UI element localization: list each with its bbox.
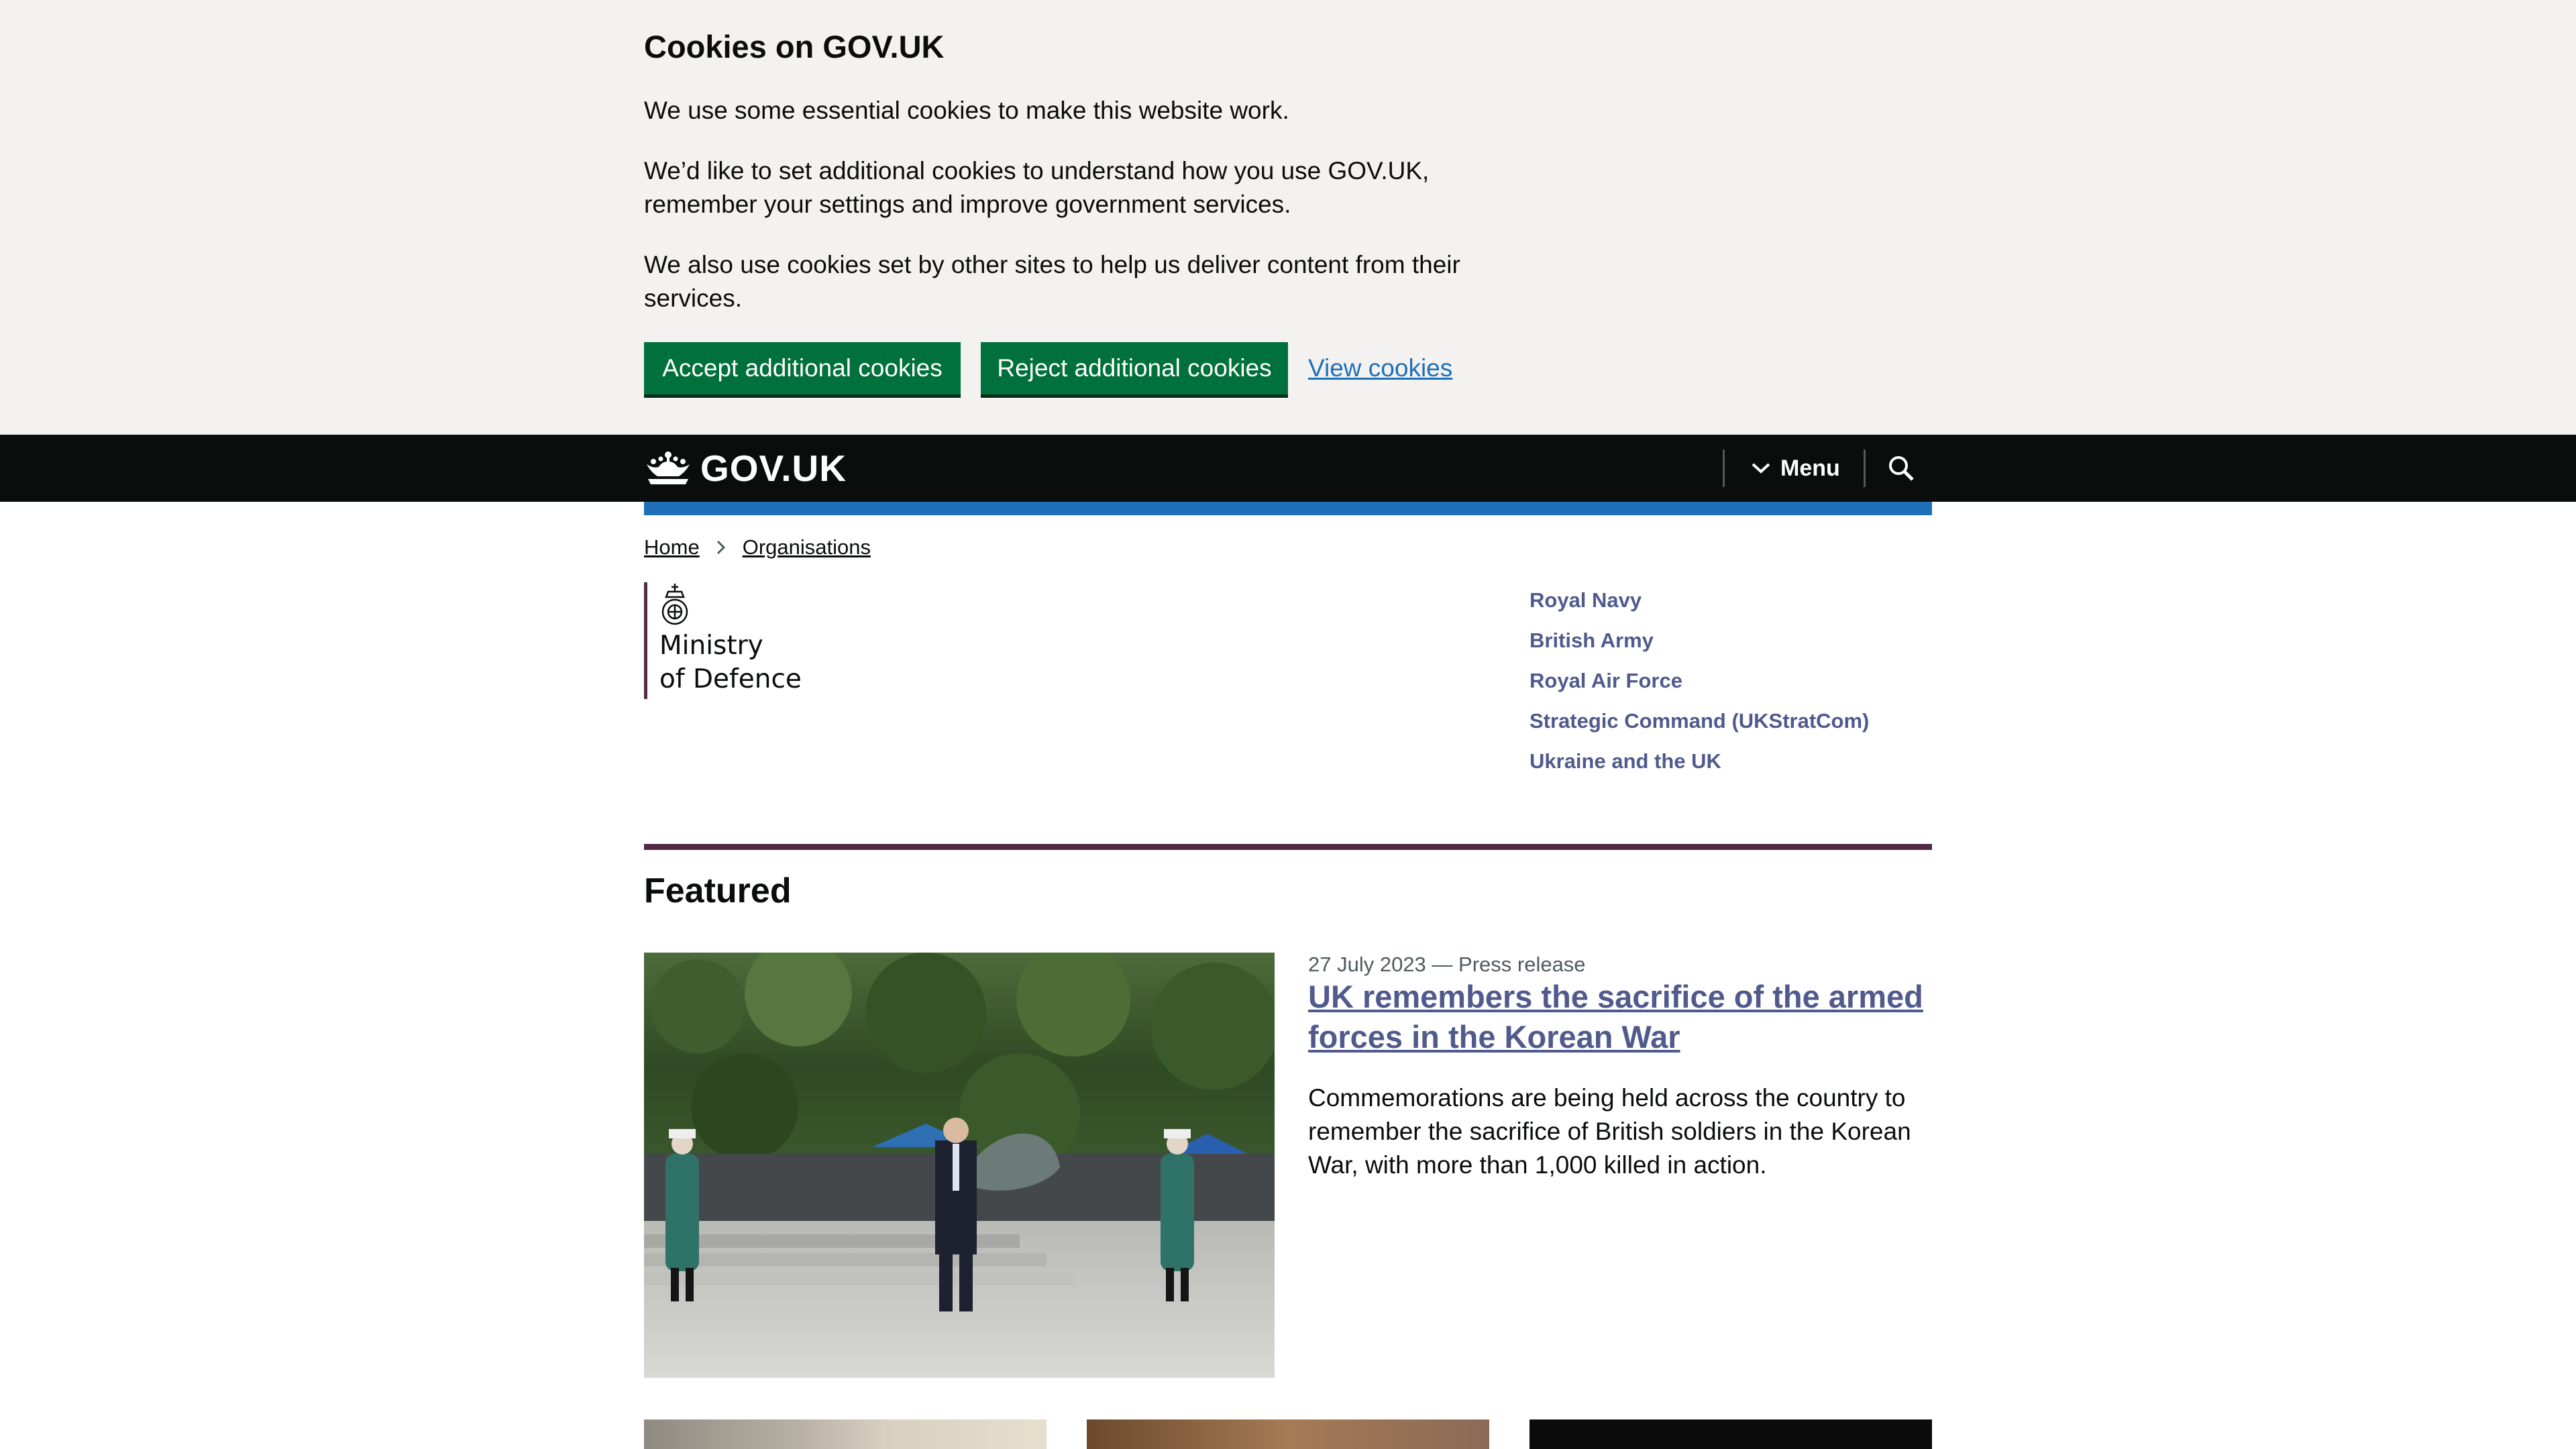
search-button[interactable] xyxy=(1882,449,1920,487)
list-item: Royal Navy xyxy=(1529,585,1869,625)
card-image-2[interactable] xyxy=(1087,1419,1489,1449)
card-image-1[interactable] xyxy=(644,1419,1046,1449)
organisation-logo: Ministry of Defence xyxy=(644,582,818,699)
view-cookies-link[interactable]: View cookies xyxy=(1308,353,1452,384)
menu-button[interactable]: Menu xyxy=(1751,449,1840,487)
organisation-name-line2: of Defence xyxy=(659,664,802,694)
cookie-essential-text: We use some essential cookies to make th… xyxy=(644,97,1289,124)
link-strategic-command[interactable]: Strategic Command (UKStratCom) xyxy=(1529,709,1869,733)
featured-meta: 27 July 2023 — Press release xyxy=(1308,953,1586,976)
organisation-name: Ministry of Defence xyxy=(659,629,820,696)
related-organisation-links: Royal Navy British Army Royal Air Force … xyxy=(1529,585,1869,786)
card-image-3[interactable] xyxy=(1529,1419,1932,1449)
cookie-banner-title: Cookies on GOV.UK xyxy=(644,29,945,64)
organisation-name-line1: Ministry xyxy=(659,631,763,661)
reject-cookies-button[interactable]: Reject additional cookies xyxy=(981,342,1288,394)
link-royal-navy[interactable]: Royal Navy xyxy=(1529,588,1642,612)
crown-icon xyxy=(647,451,690,484)
search-icon xyxy=(1889,456,1914,481)
featured-divider xyxy=(644,844,1932,850)
menu-divider xyxy=(1723,449,1725,487)
header-blue-bar xyxy=(644,502,1932,515)
featured-summary: Commemorations are being held across the… xyxy=(1308,1084,1911,1179)
chevron-down-icon xyxy=(1752,463,1770,474)
search-divider xyxy=(1864,449,1866,487)
cookie-additional-text: We’d like to set additional cookies to u… xyxy=(644,157,1430,218)
list-item: Royal Air Force xyxy=(1529,665,1869,706)
cookie-third-party-text: We also use cookies set by other sites t… xyxy=(644,251,1460,312)
breadcrumb-home[interactable]: Home xyxy=(644,535,700,559)
link-british-army[interactable]: British Army xyxy=(1529,629,1654,652)
govuk-logo-link[interactable]: GOV.UK xyxy=(644,447,847,490)
breadcrumb: Home Organisations xyxy=(644,535,871,559)
featured-heading: Featured xyxy=(644,871,792,910)
menu-label: Menu xyxy=(1780,455,1840,481)
list-item: British Army xyxy=(1529,625,1869,665)
list-item: Strategic Command (UKStratCom) xyxy=(1529,706,1869,746)
royal-crest-icon xyxy=(661,584,688,625)
breadcrumb-organisations[interactable]: Organisations xyxy=(743,535,871,559)
featured-headline-link[interactable]: UK remembers the sacrifice of the armed … xyxy=(1308,977,1932,1057)
accept-cookies-button[interactable]: Accept additional cookies xyxy=(644,342,961,394)
list-item: Ukraine and the UK xyxy=(1529,746,1869,786)
link-ukraine-and-the-uk[interactable]: Ukraine and the UK xyxy=(1529,749,1721,773)
cookie-banner: Cookies on GOV.UK We use some essential … xyxy=(0,0,2576,435)
memorial-photo xyxy=(644,953,1275,1378)
chevron-right-icon xyxy=(716,539,727,555)
site-header: GOV.UK Menu xyxy=(0,435,2576,502)
featured-image[interactable] xyxy=(644,953,1275,1378)
link-royal-air-force[interactable]: Royal Air Force xyxy=(1529,669,1682,692)
govuk-logo-text: GOV.UK xyxy=(700,447,847,489)
